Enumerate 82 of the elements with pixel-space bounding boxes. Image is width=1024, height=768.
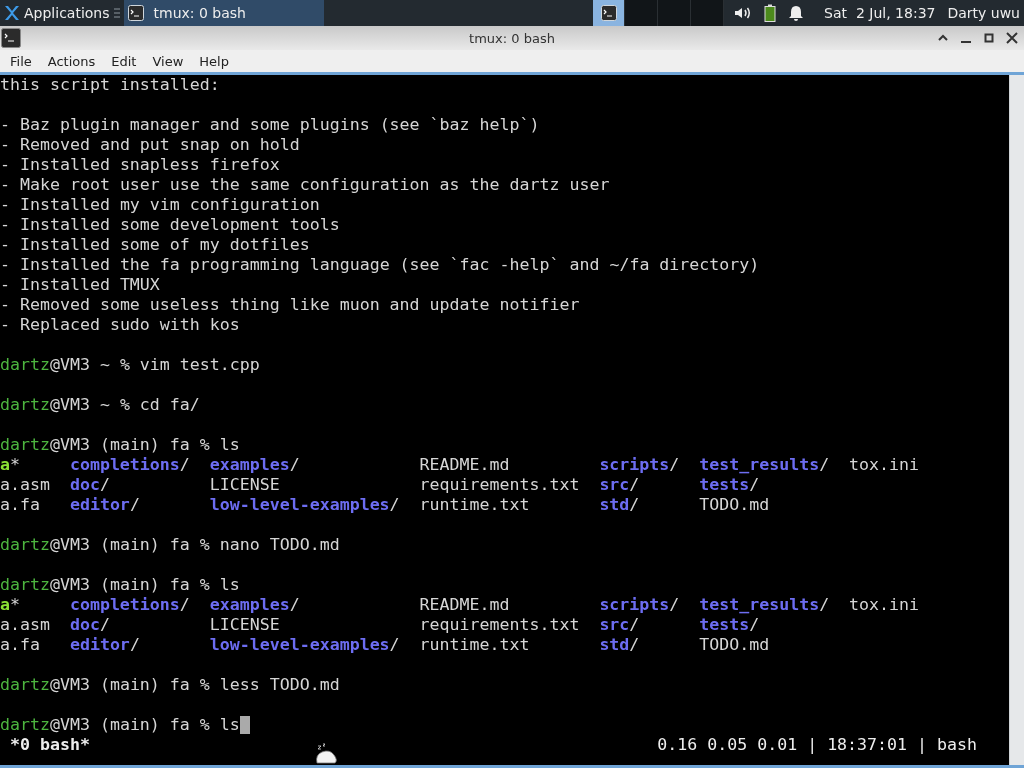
file-name: doc/ xyxy=(69,475,110,494)
prompt-line: dartz@VM3 (main) fa % ls xyxy=(0,715,240,735)
file-name: editor/ xyxy=(69,495,140,514)
file-name: a.fa xyxy=(0,635,40,654)
file-name: examples/ xyxy=(209,455,300,474)
file-name: README.md xyxy=(419,595,510,614)
terminal-line: - Removed and put snap on hold xyxy=(0,135,300,155)
file-name: LICENSE xyxy=(209,475,280,494)
file-name: runtime.txt xyxy=(419,635,530,654)
applications-menu[interactable]: Applications xyxy=(0,0,112,26)
terminal-line: - Installed TMUX xyxy=(0,275,160,295)
sleeping-figure-icon xyxy=(314,743,338,765)
user-name[interactable]: Darty uwu xyxy=(947,5,1020,21)
file-name: tox.ini xyxy=(849,455,920,474)
tmux-window-tab[interactable]: *0 bash* xyxy=(10,735,90,755)
file-name: a.asm xyxy=(0,615,50,634)
file-name: editor/ xyxy=(69,635,140,654)
prompt-line: dartz@VM3 ~ % vim test.cpp xyxy=(0,355,260,375)
file-name: scripts/ xyxy=(599,595,680,614)
file-name: examples/ xyxy=(209,595,300,614)
terminal-line: - Baz plugin manager and some plugins (see `baz help`) xyxy=(0,115,540,135)
file-name: requirements.txt xyxy=(419,475,580,494)
file-name: tox.ini xyxy=(849,595,920,614)
terminal-icon xyxy=(127,5,144,21)
menu-item[interactable]: Help xyxy=(191,53,237,69)
file-name: a* xyxy=(0,455,20,474)
panel-handle-icon xyxy=(113,7,120,19)
terminal-line: - Installed the fa programming language (see `fac -help` and ~/fa directory) xyxy=(0,255,760,275)
prompt-line: dartz@VM3 (main) fa % nano TODO.md xyxy=(0,535,340,555)
file-name: doc/ xyxy=(69,615,110,634)
close-icon[interactable] xyxy=(1005,31,1019,45)
terminal-line: - Replaced sudo with kos xyxy=(0,315,240,335)
terminal-line: - Removed some useless thing like muon and update notifier xyxy=(0,295,580,315)
file-name: completions/ xyxy=(69,595,190,614)
file-name: std/ xyxy=(599,495,640,514)
file-name: a.asm xyxy=(0,475,50,494)
menu-item[interactable]: Actions xyxy=(39,53,104,69)
file-name: README.md xyxy=(419,455,510,474)
bell-icon[interactable] xyxy=(788,5,805,21)
terminal-line: - Installed some development tools xyxy=(0,215,340,235)
file-name: completions/ xyxy=(69,455,190,474)
file-name: TODO.md xyxy=(699,635,770,654)
file-name: a.fa xyxy=(0,495,40,514)
battery-icon[interactable] xyxy=(764,4,777,22)
terminal-line: - Make root user use the same configuration as the dartz user xyxy=(0,175,610,195)
file-name: low-level-examples/ xyxy=(209,495,400,514)
taskbar-button[interactable]: tmux: 0 bash xyxy=(123,0,324,26)
prompt-line: dartz@VM3 (main) fa % less TODO.md xyxy=(0,675,340,695)
prompt-line: dartz@VM3 (main) fa % ls xyxy=(0,435,240,455)
x-logo-icon xyxy=(3,5,21,21)
file-name: src/ xyxy=(599,475,640,494)
terminal-line: this script installed: xyxy=(0,75,220,95)
terminal-line: - Installed my vim configuration xyxy=(0,195,320,215)
file-name: scripts/ xyxy=(599,455,680,474)
window-title: tmux: 0 bash xyxy=(469,30,555,46)
file-name: tests/ xyxy=(699,475,760,494)
prompt-line: dartz@VM3 ~ % cd fa/ xyxy=(0,395,200,415)
file-name: std/ xyxy=(599,635,640,654)
maximize-icon[interactable] xyxy=(982,31,996,45)
file-name: TODO.md xyxy=(699,495,770,514)
clock[interactable]: Sat 2 Jul, 18:37 xyxy=(824,5,936,21)
volume-icon[interactable] xyxy=(734,5,753,21)
file-name: low-level-examples/ xyxy=(209,635,400,654)
file-name: test_results/ xyxy=(699,595,830,614)
file-name: test_results/ xyxy=(699,455,830,474)
menu-item[interactable]: View xyxy=(144,53,192,69)
menu-item[interactable]: File xyxy=(2,53,40,69)
menu-item[interactable]: Edit xyxy=(103,53,145,69)
file-name: requirements.txt xyxy=(419,615,580,634)
tmux-status-info: 0.16 0.05 0.01 | 18:37:01 | bash xyxy=(657,735,977,755)
terminal-line: - Installed some of my dotfiles xyxy=(0,235,310,255)
terminal-line: - Installed snapless firefox xyxy=(0,155,280,175)
prompt-line: dartz@VM3 (main) fa % ls xyxy=(0,575,240,595)
file-name: tests/ xyxy=(699,615,760,634)
workspace-button[interactable] xyxy=(593,0,626,26)
scrollbar[interactable] xyxy=(1009,75,1024,765)
file-name: src/ xyxy=(599,615,640,634)
file-name: runtime.txt xyxy=(419,495,530,514)
terminal-icon[interactable] xyxy=(1,28,21,48)
file-name: LICENSE xyxy=(209,615,280,634)
terminal-icon xyxy=(600,5,617,21)
file-name: a* xyxy=(0,595,20,614)
